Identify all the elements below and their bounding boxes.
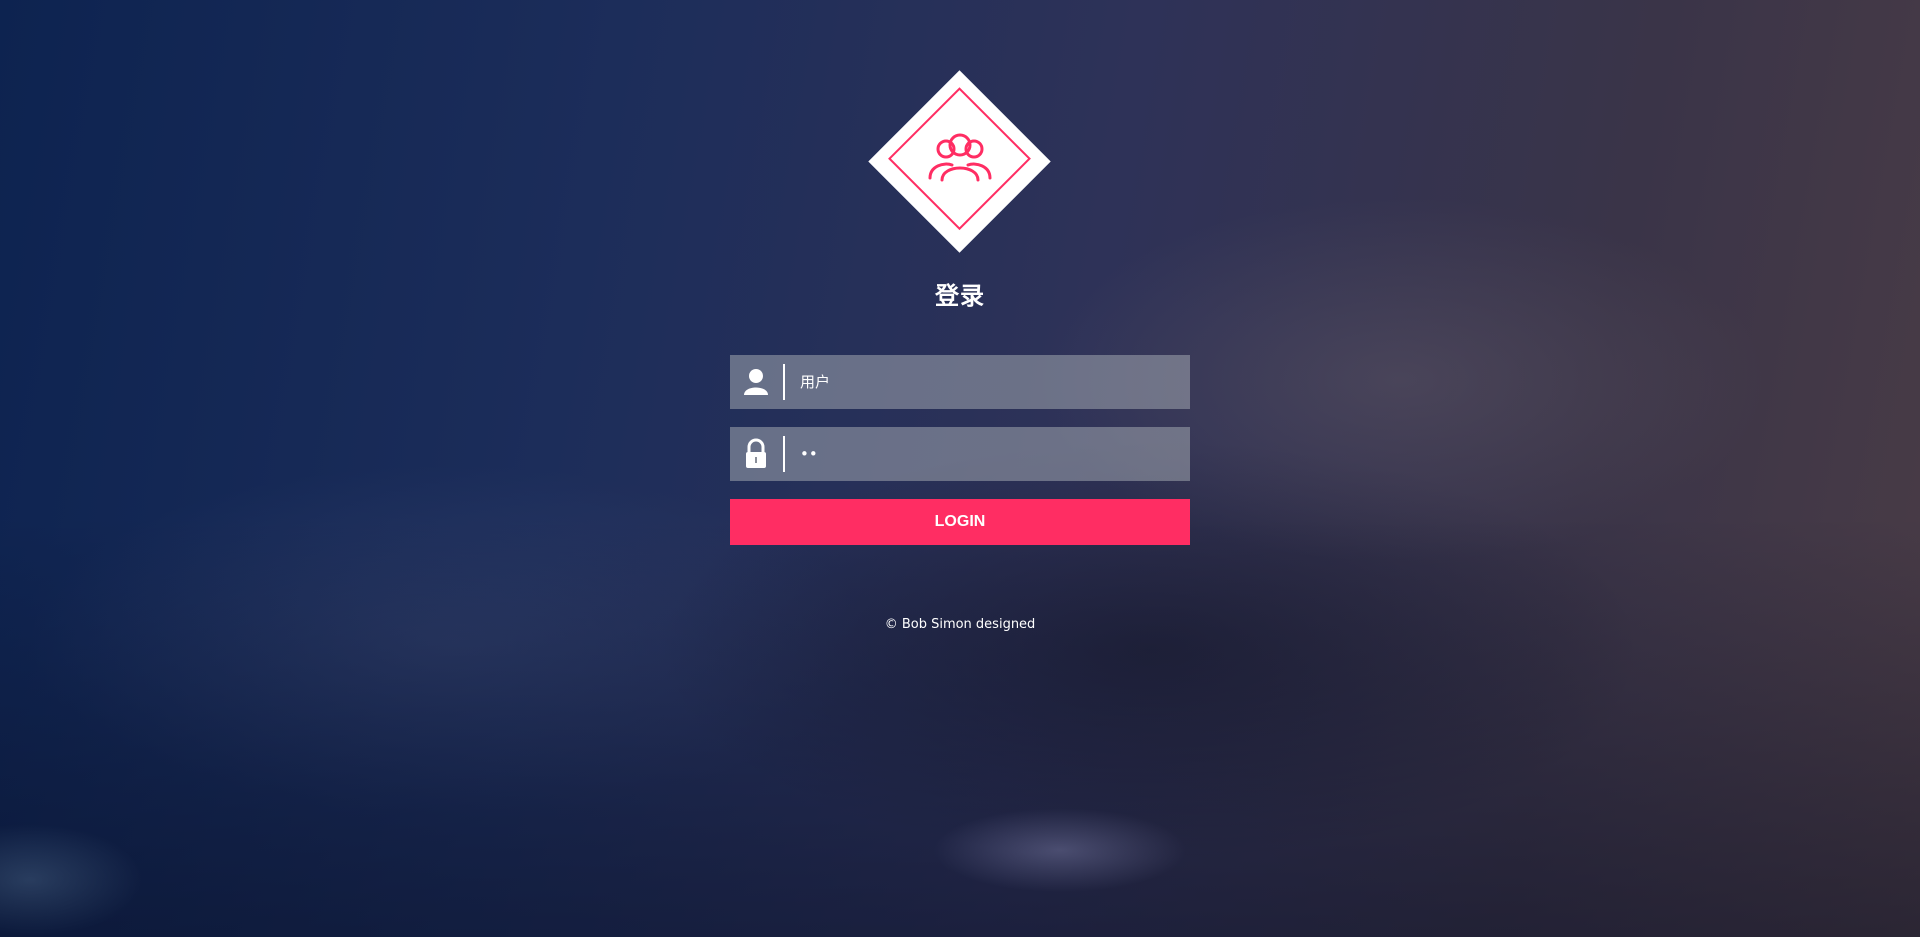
users-group-icon <box>928 133 992 182</box>
page-title: 登录 <box>935 283 985 310</box>
field-separator <box>783 364 785 400</box>
logo <box>868 70 1051 253</box>
footer-credit: © Bob Simon designed <box>884 617 1036 632</box>
user-icon <box>744 369 768 395</box>
lock-icon <box>746 438 766 468</box>
password-input[interactable] <box>800 427 1180 481</box>
username-field[interactable] <box>730 355 1190 409</box>
login-button[interactable]: LOGIN <box>730 499 1190 545</box>
field-separator <box>783 436 785 472</box>
username-input[interactable] <box>800 355 1180 409</box>
password-field[interactable] <box>730 427 1190 481</box>
